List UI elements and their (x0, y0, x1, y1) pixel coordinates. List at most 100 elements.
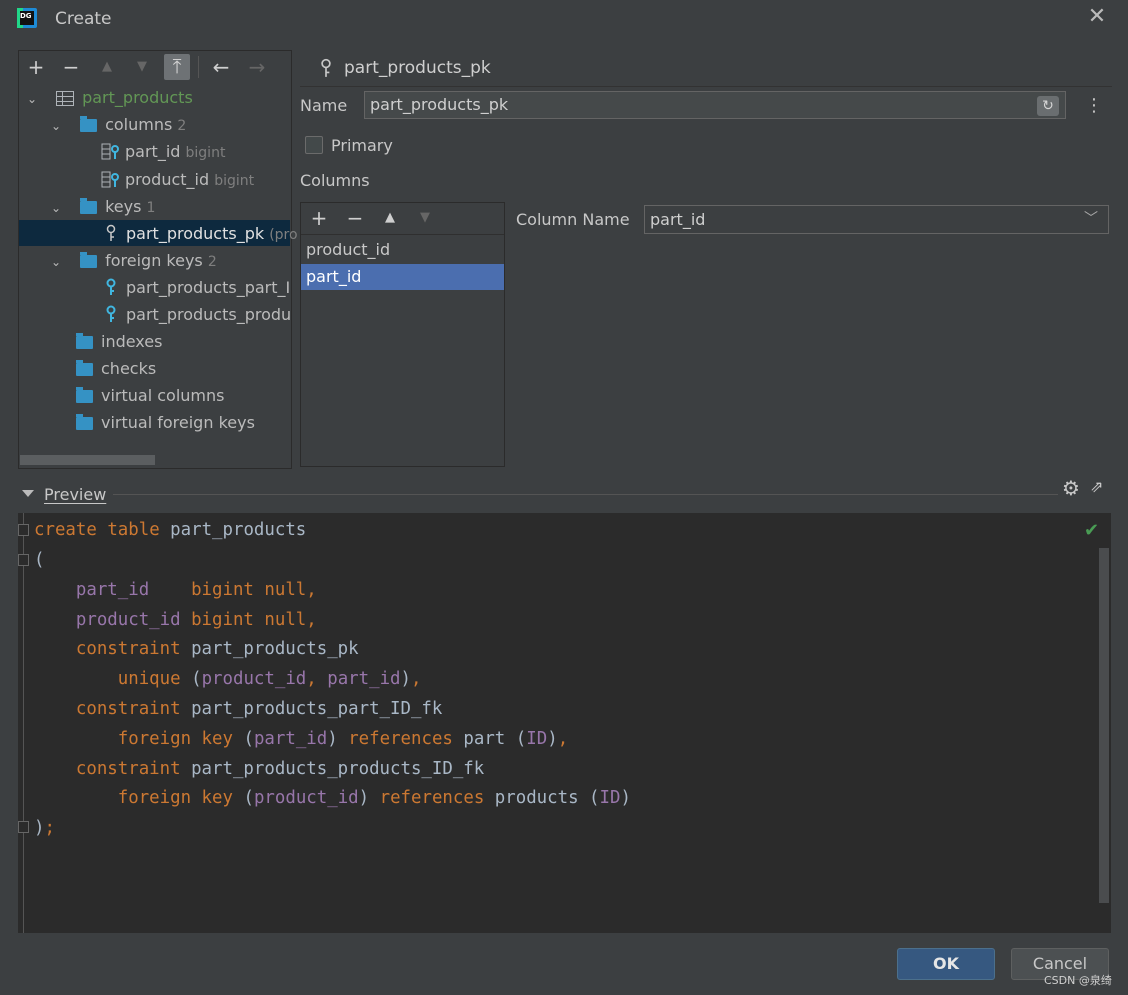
tree-node-label: indexes (101, 332, 163, 351)
code-line: create table part_products (34, 520, 307, 540)
key-name: part_products_pk (126, 224, 265, 243)
code-line: foreign key (part_id) references part (I… (117, 729, 569, 749)
remove-column-icon[interactable]: − (343, 206, 367, 230)
close-icon[interactable]: ✕ (1086, 6, 1108, 28)
forward-icon[interactable]: → (245, 55, 269, 79)
watermark: CSDN @泉绮 (1044, 974, 1112, 987)
list-item-selected[interactable]: part_id (301, 264, 504, 290)
code-line: constraint part_products_pk (75, 639, 359, 659)
tree-node-label: columns (105, 115, 173, 134)
code-line: constraint part_products_part_ID_fk (75, 699, 443, 719)
tree-node-label: part_products (82, 88, 193, 107)
tree-node-column[interactable]: product_id bigint (101, 167, 254, 193)
columns-label: Columns (300, 171, 370, 190)
remove-icon[interactable]: − (59, 55, 83, 79)
count-badge: 1 (146, 200, 156, 216)
folder-icon (80, 198, 98, 214)
tree-node-foreign-key[interactable]: part_products_produc (104, 302, 290, 328)
primary-key-icon (321, 58, 331, 77)
tree-node-checks[interactable]: checks (76, 356, 156, 382)
add-column-icon[interactable]: + (307, 206, 331, 230)
list-item[interactable]: product_id (301, 237, 504, 263)
code-line: constraint part_products_products_ID_fk (75, 759, 485, 779)
pin-icon[interactable]: ⤒ (164, 54, 190, 80)
add-icon[interactable]: + (24, 55, 48, 79)
tree-node-indexes[interactable]: indexes (76, 329, 162, 355)
chevron-down-icon[interactable]: ﹀ (1082, 208, 1100, 230)
foreign-key-name: part_products_part_ID (126, 278, 290, 297)
tree-node-columns[interactable]: ⌄ columns 2 (51, 112, 186, 138)
code-line: part_id bigint null, (75, 580, 317, 600)
column-key-icon (101, 171, 119, 188)
foreign-key-name: part_products_produc (126, 305, 290, 324)
tree-horizontal-scrollbar[interactable] (20, 455, 155, 465)
code-line: ( (34, 550, 45, 570)
divider (300, 86, 1112, 87)
chevron-down-icon[interactable]: ⌄ (51, 249, 65, 275)
open-in-editor-icon[interactable]: ⇗ (1090, 478, 1108, 496)
tree-node-foreign-key[interactable]: part_products_part_ID (104, 275, 290, 301)
folder-icon (80, 252, 98, 268)
count-badge: 2 (207, 254, 217, 270)
move-down-icon[interactable]: ▼ (413, 206, 437, 230)
primary-checkbox[interactable] (305, 136, 323, 154)
divider (113, 494, 1058, 495)
folder-icon (76, 414, 93, 430)
name-field[interactable]: part_products_pk (364, 91, 1066, 119)
tree-node-virtual-columns[interactable]: virtual columns (76, 383, 224, 409)
tree-toolbar: + − ▲ ▼ ⤒ ← → (18, 50, 290, 83)
tree-node-label: checks (101, 359, 157, 378)
column-name-select[interactable]: part_id (644, 205, 1109, 234)
column-key-icon (101, 143, 119, 160)
primary-key-icon (106, 224, 116, 241)
key-hint: (pro (269, 227, 298, 243)
primary-label: Primary (331, 136, 393, 155)
title-bar (0, 0, 1128, 40)
chevron-down-icon[interactable]: ⌄ (27, 86, 41, 112)
collapse-triangle-icon[interactable] (22, 490, 34, 497)
toolbar-divider (198, 56, 199, 78)
move-up-icon[interactable]: ▲ (378, 206, 402, 230)
tree-node-virtual-foreign-keys[interactable]: virtual foreign keys (76, 410, 255, 436)
folder-icon (76, 387, 93, 403)
fold-marker-icon[interactable] (18, 524, 29, 536)
divider (301, 234, 504, 235)
column-name: product_id (125, 170, 210, 189)
move-up-icon[interactable]: ▲ (95, 55, 119, 79)
preview-label[interactable]: Preview (44, 485, 106, 504)
sql-preview-editor[interactable] (18, 513, 1111, 933)
column-name-label: Column Name (516, 210, 630, 229)
editor-vertical-scrollbar[interactable] (1099, 548, 1109, 903)
tree-node-label: virtual foreign keys (101, 413, 255, 432)
datagrip-logo-icon: DG (17, 8, 37, 28)
tree-node-foreign-keys[interactable]: ⌄ foreign keys 2 (51, 248, 217, 274)
tree-node-column[interactable]: part_id bigint (101, 139, 225, 165)
code-line: product_id bigint null, (75, 610, 317, 630)
chevron-down-icon[interactable]: ⌄ (51, 195, 65, 221)
ok-button[interactable]: OK (897, 948, 995, 980)
window-title: Create (55, 9, 112, 29)
tree-node-keys[interactable]: ⌄ keys 1 (51, 194, 155, 220)
gear-icon[interactable]: ⚙ (1062, 478, 1082, 498)
code-line: unique (product_id, part_id), (117, 669, 422, 689)
fold-marker-icon[interactable] (18, 821, 29, 833)
more-options-icon[interactable]: ⋮ (1085, 96, 1103, 116)
chevron-down-icon[interactable]: ⌄ (51, 113, 65, 139)
foreign-key-icon (106, 278, 116, 295)
column-type: bigint (214, 173, 255, 189)
tree-node-label: keys (105, 197, 142, 216)
gutter-line (23, 513, 24, 933)
regenerate-name-icon[interactable]: ↻ (1037, 96, 1059, 116)
code-line: foreign key (product_id) references prod… (117, 788, 631, 808)
name-label: Name (300, 96, 348, 115)
tree-node-table[interactable]: ⌄ part_products (27, 85, 193, 111)
folder-icon (76, 333, 93, 349)
back-icon[interactable]: ← (209, 55, 233, 79)
count-badge: 2 (177, 118, 187, 134)
tree-node-key[interactable]: part_products_pk (pro (104, 221, 298, 247)
fold-marker-icon[interactable] (18, 554, 29, 566)
move-down-icon[interactable]: ▼ (130, 55, 154, 79)
detail-title: part_products_pk (344, 58, 491, 78)
folder-icon (80, 116, 98, 132)
foreign-key-icon (106, 305, 116, 322)
